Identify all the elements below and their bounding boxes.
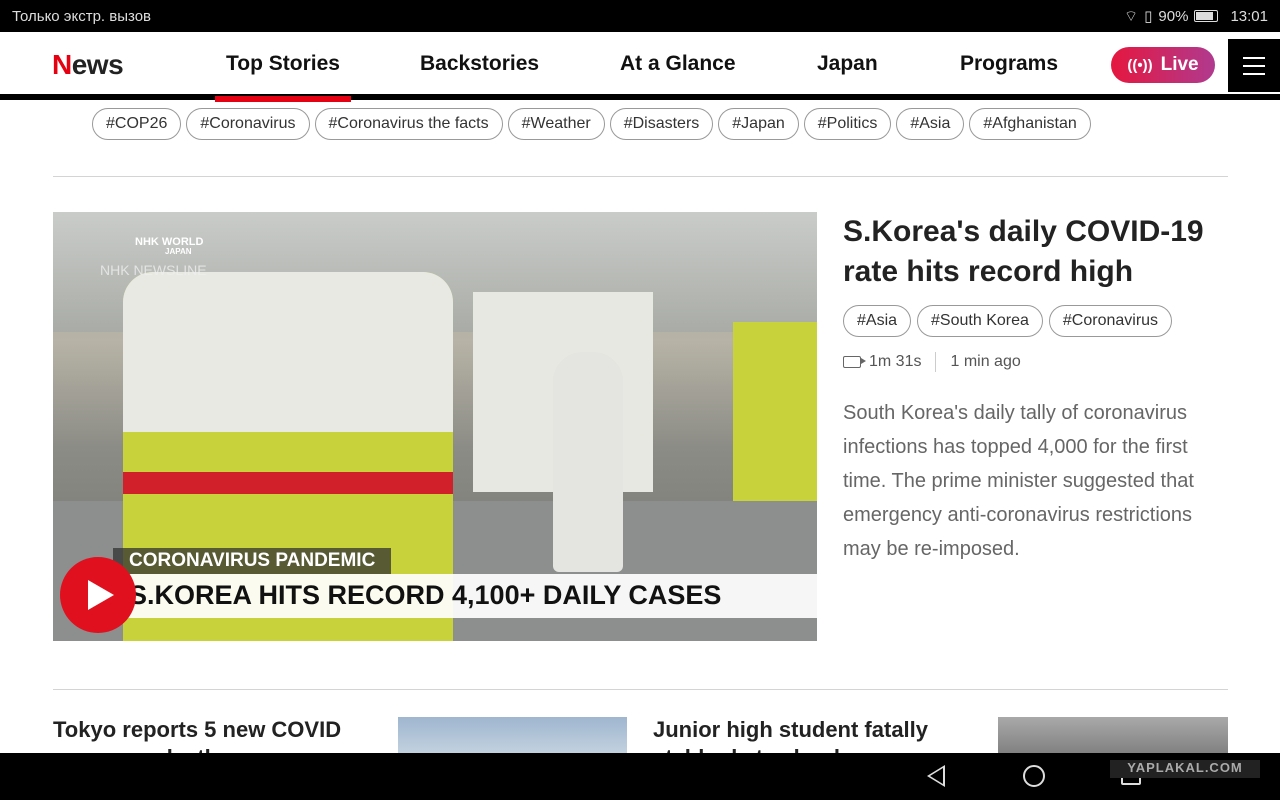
tag-south-korea[interactable]: #South Korea [917,305,1043,337]
android-nav-bar [0,753,1280,800]
tag-disasters[interactable]: #Disasters [609,108,714,140]
tag-cop26[interactable]: #COP26 [92,108,182,140]
site-header: News Top Stories Backstories At a Glance… [0,32,1280,102]
nav-japan[interactable]: Japan [817,52,878,76]
time-ago: 1 min ago [950,353,1021,370]
topic-tags: #COP26 #Coronavirus #Coronavirus the fac… [92,108,1091,140]
card-thumbnail[interactable] [398,717,627,757]
watermark: YAPLAKAL.COM [1110,760,1260,778]
tag-asia[interactable]: #Asia [843,305,912,337]
caption-text: S.KOREA HITS RECORD 4,100+ DAILY CASES [113,574,817,618]
status-bar: Только экстр. вызов ⌔ ▯ 90% 13:01 [0,0,1280,32]
nav-programs[interactable]: Programs [960,52,1058,76]
live-button[interactable]: ((•)) Live [1111,47,1215,83]
back-icon[interactable] [927,765,945,787]
channel-brand: NHK WORLD JAPAN [135,236,204,257]
card-thumbnail[interactable] [998,717,1228,757]
article-tags: #Asia #South Korea #Coronavirus [843,305,1173,337]
tag-asia[interactable]: #Asia [896,108,965,140]
video-camera-icon [843,356,866,368]
carrier-text: Только экстр. вызов [12,7,152,25]
tag-coronavirus[interactable]: #Coronavirus [1048,305,1173,337]
wifi-icon: ⌔ [1124,7,1139,25]
nav-at-a-glance[interactable]: At a Glance [620,52,736,76]
tag-coronavirus-facts[interactable]: #Coronavirus the facts [314,108,503,140]
hamburger-menu-icon[interactable] [1228,39,1280,92]
broadcast-icon: ((•)) [1127,56,1153,74]
tag-weather[interactable]: #Weather [507,108,605,140]
battery-percent: 90% [1158,7,1189,25]
play-icon[interactable] [60,557,136,633]
newsline-label: NHK NEWSLINE [100,262,207,278]
caption-title: CORONAVIRUS PANDEMIC [113,548,392,574]
tag-coronavirus[interactable]: #Coronavirus [186,108,310,140]
article-headline[interactable]: S.Korea's daily COVID-19 rate hits recor… [843,212,1233,292]
article-summary: South Korea's daily tally of coronavirus… [843,402,1194,560]
divider [53,176,1228,177]
video-duration: 1m 31s [869,353,922,370]
article-meta: 1m 31s 1 min ago [843,352,1021,372]
tag-afghanistan[interactable]: #Afghanistan [969,108,1091,140]
battery-icon [1194,10,1219,22]
sim-icon: ▯ [1144,8,1153,25]
tag-japan[interactable]: #Japan [718,108,799,140]
news-logo[interactable]: News [52,49,124,81]
clock: 13:01 [1230,7,1268,25]
home-icon[interactable] [1023,765,1045,787]
nav-backstories[interactable]: Backstories [420,52,539,76]
tag-politics[interactable]: #Politics [803,108,892,140]
video-thumbnail[interactable]: NHK WORLD JAPAN NHK NEWSLINE CORONAVIRUS … [53,212,817,641]
divider [53,689,1228,690]
nav-top-stories[interactable]: Top Stories [215,52,351,102]
